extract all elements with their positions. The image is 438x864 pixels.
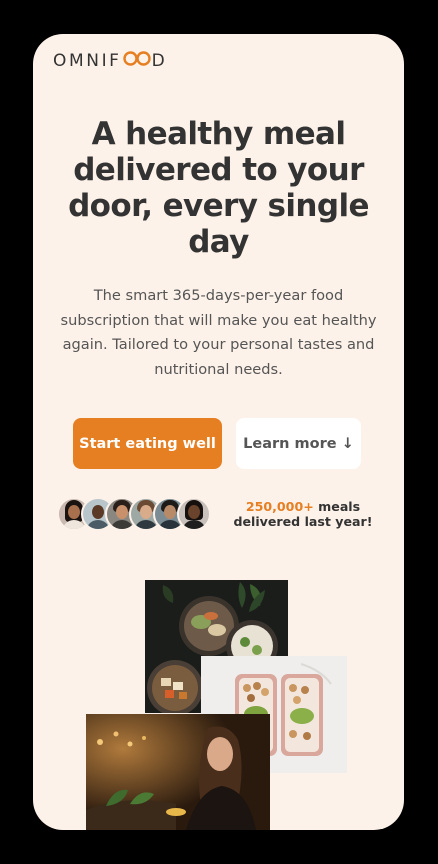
woman-eating-photo bbox=[86, 714, 270, 830]
avatar bbox=[177, 497, 211, 531]
meals-count: 250,000+ bbox=[245, 499, 314, 514]
logo-text-right: D bbox=[151, 51, 168, 71]
logo-infinity-icon bbox=[122, 51, 151, 71]
hero-title: A healthy meal delivered to your door, e… bbox=[68, 116, 369, 260]
hero-description: The smart 365-days-per-year food subscri… bbox=[60, 287, 377, 378]
learn-more-button[interactable]: Learn more ↓ bbox=[236, 418, 361, 469]
omnifood-logo[interactable]: OMNIF D bbox=[53, 48, 167, 74]
phone-screen: OMNIF D A healthy meal delivered to your… bbox=[33, 34, 404, 830]
start-eating-button[interactable]: Start eating well bbox=[73, 418, 222, 469]
meals-delivered-text: 250,000+ meals delivered last year! bbox=[233, 499, 373, 529]
logo-text-left: OMNIF bbox=[53, 51, 122, 71]
